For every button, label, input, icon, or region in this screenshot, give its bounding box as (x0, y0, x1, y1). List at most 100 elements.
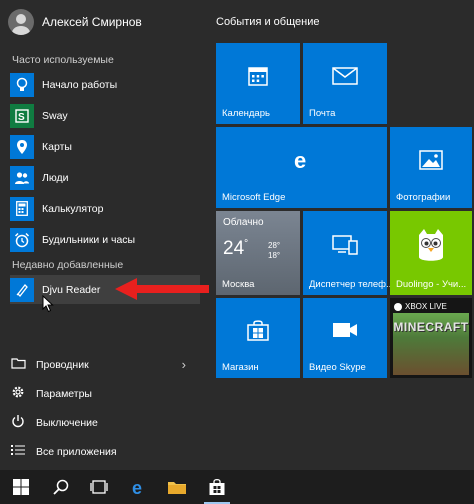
power-button[interactable]: Выключение (10, 410, 200, 435)
user-account[interactable]: Алексей Смирнов (8, 8, 142, 36)
folder-icon (10, 357, 26, 372)
task-view-button[interactable] (80, 470, 118, 504)
tile-microsoft-edge[interactable]: e Microsoft Edge (216, 127, 387, 208)
weather-temperature: 24° (223, 238, 248, 260)
app-label: Sway (42, 109, 68, 122)
weather-high: 28° (268, 241, 281, 250)
tile-store[interactable]: Магазин (216, 298, 300, 378)
photos-icon (419, 149, 443, 170)
mail-icon (332, 66, 358, 85)
start-bottom-list: Проводник › Параметры Выключение Все при… (10, 352, 200, 468)
weather-low: 18° (268, 251, 281, 260)
app-label: Люди (42, 171, 69, 184)
tile-label: Duolingo - Учи... (396, 279, 467, 290)
store-bag-icon (247, 320, 269, 341)
user-name: Алексей Смирнов (42, 15, 142, 29)
taskbar-store[interactable] (198, 470, 236, 504)
app-calculator[interactable]: Калькулятор (10, 194, 200, 223)
tile-photos[interactable]: Фотографии (390, 127, 472, 208)
edge-icon: e (132, 478, 142, 496)
people-icon (10, 165, 34, 190)
sway-icon: S (10, 103, 34, 128)
tile-group-title: События и общение (216, 16, 320, 28)
edge-icon: e (294, 148, 306, 172)
app-sway[interactable]: S Sway (10, 101, 200, 130)
weather-temp-unit: ° (244, 238, 249, 250)
app-label: Будильники и часы (42, 233, 136, 246)
app-people[interactable]: Люди (10, 163, 200, 192)
tile-phone-companion[interactable]: Диспетчер телеф... (303, 211, 394, 295)
tile-mail[interactable]: Почта (303, 43, 387, 124)
app-maps[interactable]: Карты (10, 132, 200, 161)
bottom-item-label: Параметры (36, 387, 92, 400)
all-apps-button[interactable]: Все приложения (10, 439, 200, 464)
start-button[interactable] (2, 470, 40, 504)
start-left-pane: Алексей Смирнов Часто используемые Начал… (0, 0, 209, 470)
app-get-started[interactable]: Начало работы (10, 70, 200, 99)
video-camera-icon (333, 323, 357, 337)
svg-text:S: S (18, 112, 25, 123)
chevron-right-icon: › (181, 357, 186, 372)
calendar-icon (248, 66, 268, 86)
app-label: Djvu Reader (42, 283, 101, 296)
tile-weather[interactable]: Облачно 24° 28° 18° Москва (216, 211, 300, 295)
app-label: Начало работы (42, 78, 118, 91)
tile-label: Диспетчер телеф... (309, 279, 394, 290)
tile-calendar[interactable]: Календарь (216, 43, 300, 124)
annotation-arrow (115, 278, 209, 300)
duolingo-owl-icon (419, 229, 443, 261)
taskbar-file-explorer[interactable] (158, 470, 196, 504)
tile-label: Microsoft Edge (222, 192, 286, 203)
app-label: Карты (42, 140, 72, 153)
search-icon (53, 479, 69, 495)
weather-condition: Облачно (223, 217, 264, 228)
calculator-icon (10, 196, 34, 221)
frequent-apps-heading: Часто используемые (12, 54, 114, 66)
weather-temp-value: 24 (223, 238, 245, 259)
gear-icon (10, 385, 26, 402)
list-icon (10, 444, 26, 459)
xbox-live-label: XBOX LIVE (405, 302, 447, 311)
start-menu: Алексей Смирнов Часто используемые Начал… (0, 0, 474, 470)
tile-duolingo[interactable]: Duolingo - Учи... (390, 211, 472, 295)
power-icon (10, 414, 26, 431)
windows-logo-icon (13, 479, 29, 495)
svg-text:e: e (294, 148, 306, 172)
tile-label: Почта (309, 108, 336, 119)
app-alarms-clock[interactable]: Будильники и часы (10, 225, 200, 254)
minecraft-title: MINECRAFT (393, 320, 469, 334)
tile-skype-video[interactable]: Видео Skype (303, 298, 387, 378)
tiles-pane: События и общение Календарь Почта e Micr… (206, 0, 474, 470)
svg-text:e: e (132, 478, 142, 496)
tile-label: Магазин (222, 362, 259, 373)
maps-icon (10, 134, 34, 159)
xbox-live-badge: XBOX LIVE (394, 302, 447, 311)
settings-button[interactable]: Параметры (10, 381, 200, 406)
taskbar: e (0, 470, 474, 504)
djvu-icon (10, 277, 34, 302)
recent-apps-heading: Недавно добавленные (12, 259, 124, 271)
tile-label: Календарь (222, 108, 270, 119)
file-explorer-button[interactable]: Проводник › (10, 352, 200, 377)
tile-label: Видео Skype (309, 362, 366, 373)
bottom-item-label: Выключение (36, 416, 98, 429)
store-bag-icon (209, 478, 225, 495)
tile-label: Москва (222, 279, 255, 290)
mouse-cursor-icon (42, 295, 54, 313)
folder-icon (168, 482, 186, 494)
app-label: Калькулятор (42, 202, 104, 215)
tile-minecraft[interactable]: XBOX LIVE MINECRAFT (390, 298, 472, 378)
avatar (8, 9, 34, 35)
taskbar-edge[interactable]: e (120, 470, 158, 504)
tile-label: Фотографии (396, 192, 451, 203)
alarm-icon (10, 227, 34, 252)
bottom-item-label: Проводник (36, 358, 89, 371)
frequent-apps-list: Начало работы S Sway Карты Люди Калькуля… (10, 70, 200, 256)
search-button[interactable] (42, 470, 80, 504)
task-view-icon (90, 480, 108, 494)
bottom-item-label: Все приложения (36, 445, 117, 458)
weather-range: 28° 18° (268, 241, 280, 261)
lightbulb-icon (10, 72, 34, 97)
phone-companion-icon (332, 235, 358, 255)
xbox-icon (394, 302, 402, 311)
